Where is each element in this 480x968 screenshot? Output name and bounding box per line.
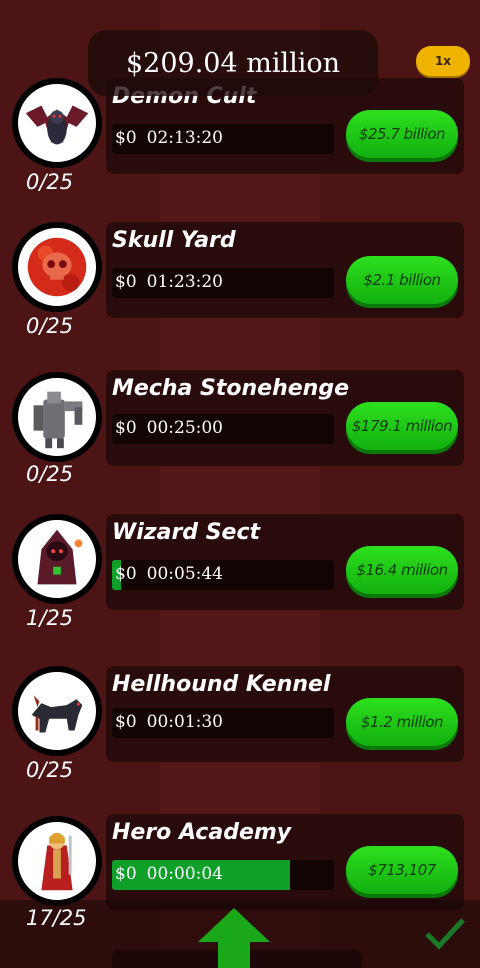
- timer-value: 01:23:20: [146, 272, 223, 292]
- progress-bar: $0 01:23:20: [112, 268, 334, 298]
- stone-golem-icon[interactable]: [12, 372, 102, 462]
- wizard-icon[interactable]: [12, 514, 102, 604]
- business-row-wizard-sect: Wizard Sect $0 00:05:44 $16.4 million 1/2…: [0, 514, 480, 654]
- timer-value: 00:25:00: [146, 418, 223, 438]
- owned-count: 0/25: [26, 170, 74, 194]
- owned-count: 0/25: [26, 462, 74, 486]
- checkmark-icon[interactable]: [424, 916, 466, 952]
- income-value: $0: [115, 418, 137, 438]
- income-value: $0: [115, 128, 137, 148]
- hellhound-icon[interactable]: [12, 666, 102, 756]
- business-name: Hellhound Kennel: [112, 672, 331, 697]
- timer-value: 02:13:20: [146, 128, 223, 148]
- buy-button[interactable]: $179.1 million: [346, 402, 458, 450]
- income-value: $0: [115, 864, 137, 884]
- owned-count: 17/25: [26, 906, 87, 930]
- progress-bar: $0 00:25:00: [112, 414, 334, 444]
- speed-multiplier-button[interactable]: 1x: [416, 46, 470, 76]
- scroll-up-arrow-icon[interactable]: [196, 906, 272, 968]
- income-value: $0: [115, 272, 137, 292]
- owned-count: 0/25: [26, 314, 74, 338]
- skull-icon[interactable]: [12, 222, 102, 312]
- buy-button[interactable]: $713,107: [346, 846, 458, 894]
- progress-bar: $0 00:05:44: [112, 560, 334, 590]
- business-row-demon-cult: Demon Cult $0 02:13:20 $25.7 billion 0/25: [0, 78, 480, 218]
- business-row-mecha-stonehenge: Mecha Stonehenge $0 00:25:00 $179.1 milli…: [0, 370, 480, 510]
- business-name: Wizard Sect: [112, 520, 261, 545]
- business-name: Skull Yard: [112, 228, 236, 253]
- balance-display: $209.04 million: [88, 30, 378, 96]
- business-row-skull-yard: Skull Yard $0 01:23:20 $2.1 billion 0/25: [0, 222, 480, 362]
- owned-count: 1/25: [26, 606, 74, 630]
- business-name: Hero Academy: [112, 820, 292, 845]
- progress-bar: $0 00:00:04: [112, 860, 334, 890]
- timer-value: 00:01:30: [146, 712, 223, 732]
- progress-bar: $0 00:01:30: [112, 708, 334, 738]
- timer-value: 00:05:44: [146, 564, 223, 584]
- progress-bar: $0 02:13:20: [112, 124, 334, 154]
- buy-button[interactable]: $2.1 billion: [346, 256, 458, 304]
- income-value: $0: [115, 564, 137, 584]
- business-name: Mecha Stonehenge: [112, 376, 349, 401]
- buy-button[interactable]: $25.7 billion: [346, 110, 458, 158]
- timer-value: 00:00:04: [146, 864, 223, 884]
- hero-icon[interactable]: [12, 816, 102, 906]
- owned-count: 0/25: [26, 758, 74, 782]
- business-row-hellhound-kennel: Hellhound Kennel $0 00:01:30 $1.2 million…: [0, 666, 480, 806]
- buy-button[interactable]: $1.2 million: [346, 698, 458, 746]
- income-value: $0: [115, 712, 137, 732]
- demon-bat-icon[interactable]: [12, 78, 102, 168]
- buy-button[interactable]: $16.4 million: [346, 546, 458, 594]
